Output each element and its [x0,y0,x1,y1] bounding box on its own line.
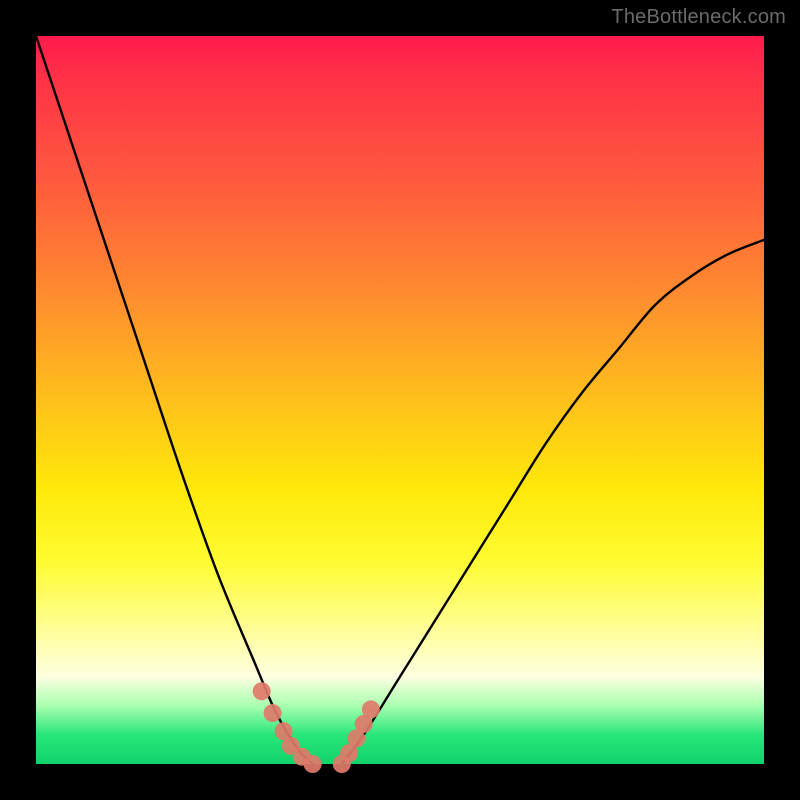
plot-area [36,36,764,764]
right-curve [342,240,764,764]
left-curve [36,36,313,764]
curve-layer [36,36,764,764]
highlight-dots [253,682,380,773]
watermark-text: TheBottleneck.com [611,6,786,29]
chart-container: TheBottleneck.com [0,0,800,800]
